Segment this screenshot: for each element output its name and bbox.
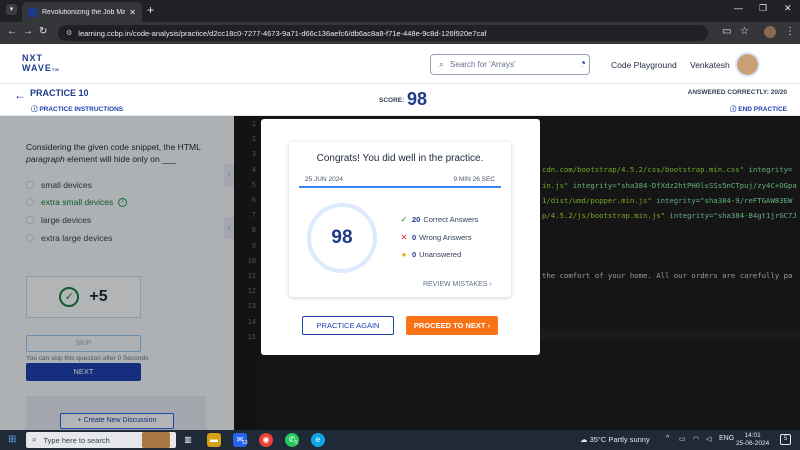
url-text: learning.ccbp.in/code-analysis/practice/… (78, 28, 487, 38)
review-mistakes-link[interactable]: REVIEW MISTAKES › (423, 281, 492, 288)
profile-avatar[interactable] (764, 26, 776, 38)
close-window-icon[interactable]: ✕ (784, 3, 792, 14)
check-icon: ✓ (400, 215, 408, 224)
search-icon: ⌕ (439, 59, 445, 69)
file-explorer-icon[interactable]: ▬ (207, 433, 221, 447)
restore-icon[interactable]: ❐ (759, 3, 767, 14)
bookmark-star-icon[interactable]: ☆ (740, 26, 749, 37)
score-value: 98 (407, 89, 428, 109)
practice-instructions-link[interactable]: ⓘ PRACTICE INSTRUCTIONS (31, 103, 123, 113)
browser-tabbar: ▾ Revolutionizing the Job Market ✕ + — ❐… (0, 0, 800, 22)
browser-tab[interactable]: Revolutionizing the Job Market ✕ (22, 2, 142, 22)
task-view-icon[interactable]: ▥ (181, 433, 195, 447)
chrome-icon[interactable]: ◉ (259, 433, 273, 447)
answered-correctly: ANSWERED CORRECTLY: 20/20 (687, 89, 787, 96)
minimize-icon[interactable]: — (734, 3, 743, 13)
correct-stat: ✓ 20 Correct Answers (400, 215, 479, 224)
divider (299, 186, 501, 188)
dot-icon: ● (401, 250, 407, 259)
tab-list-icon[interactable]: ▾ (6, 4, 17, 15)
language-indicator[interactable]: ENG (719, 435, 734, 442)
menu-icon[interactable]: ⋮ (785, 26, 795, 37)
close-tab-icon[interactable]: ✕ (129, 8, 136, 17)
cross-icon: ✕ (400, 233, 408, 242)
chevron-right-icon: › (489, 281, 492, 288)
back-arrow-icon[interactable]: ← (14, 88, 26, 102)
modal-score: 98 (331, 227, 353, 248)
network-icon[interactable]: ▭ (679, 435, 686, 443)
speedometer-icon[interactable]: ◔ (579, 56, 586, 70)
clock[interactable]: 14:01 25-06-2024 (736, 432, 769, 448)
new-tab-icon[interactable]: + (147, 3, 154, 17)
nxtwave-logo[interactable]: NXT WAVETM (22, 53, 60, 75)
tray-expand-icon[interactable]: ^ (666, 435, 669, 442)
practice-title: PRACTICE 10 (30, 88, 89, 98)
notification-icon[interactable]: 5 (780, 434, 791, 445)
edge-icon[interactable]: e (311, 433, 325, 447)
taskbar: ⊞ ⌕ Type here to search ▥ ▬ ✉ 13 ◉ ✆ 5 e… (0, 430, 800, 450)
address-bar[interactable]: ⚙ learning.ccbp.in/code-analysis/practic… (58, 25, 708, 41)
modal-title: Congrats! You did well in the practice. (316, 153, 484, 164)
windows-start-icon[interactable]: ⊞ (8, 434, 16, 445)
search-placeholder: Search for 'Arrays' (450, 60, 516, 69)
practice-duration: 9 MIN 26 SEC (453, 176, 495, 183)
chevron-right-icon: › (487, 321, 491, 330)
reload-icon[interactable]: ↻ (39, 26, 47, 37)
mail-badge: 13 (242, 440, 248, 446)
search-input[interactable]: ⌕ Search for 'Arrays' (430, 54, 590, 75)
forward-icon[interactable]: → (23, 26, 33, 37)
wrong-stat: ✕ 0 Wrong Answers (400, 233, 472, 242)
browser-toolbar: ← → ↻ ⚙ learning.ccbp.in/code-analysis/p… (0, 22, 800, 44)
practice-bar: ← PRACTICE 10 ⓘ PRACTICE INSTRUCTIONS SC… (0, 84, 800, 116)
practice-again-button[interactable]: PRACTICE AGAIN (302, 316, 394, 335)
favicon-icon (28, 7, 37, 17)
score-ring: 98 (307, 203, 377, 273)
whatsapp-badge: 5 (295, 440, 298, 446)
score-label: SCORE: (379, 97, 405, 104)
weather-widget[interactable]: ☁ 35°C Partly sunny (580, 435, 650, 444)
tab-title: Revolutionizing the Job Market (42, 8, 126, 16)
wifi-icon[interactable]: ◠ (693, 435, 699, 443)
search-highlight-image[interactable] (142, 432, 170, 448)
end-practice-link[interactable]: ⓘ END PRACTICE (730, 103, 787, 113)
search-icon: ⌕ (32, 435, 37, 444)
code-playground-link[interactable]: Code Playground (611, 60, 677, 70)
site-info-icon[interactable]: ⚙ (66, 29, 72, 37)
avatar[interactable] (735, 52, 760, 77)
practice-date: 25 JUN 2024 (305, 176, 343, 183)
proceed-to-next-button[interactable]: PROCEED TO NEXT › (406, 316, 498, 335)
unanswered-stat: ● 0 Unanswered (399, 250, 462, 259)
username: Venkatesh (690, 60, 730, 70)
cast-icon[interactable]: ▭ (722, 26, 731, 37)
app-header: NXT WAVETM ⌕ Search for 'Arrays' ◔ Code … (0, 44, 800, 84)
volume-icon[interactable]: ◁ (706, 435, 711, 443)
back-icon[interactable]: ← (7, 26, 17, 37)
